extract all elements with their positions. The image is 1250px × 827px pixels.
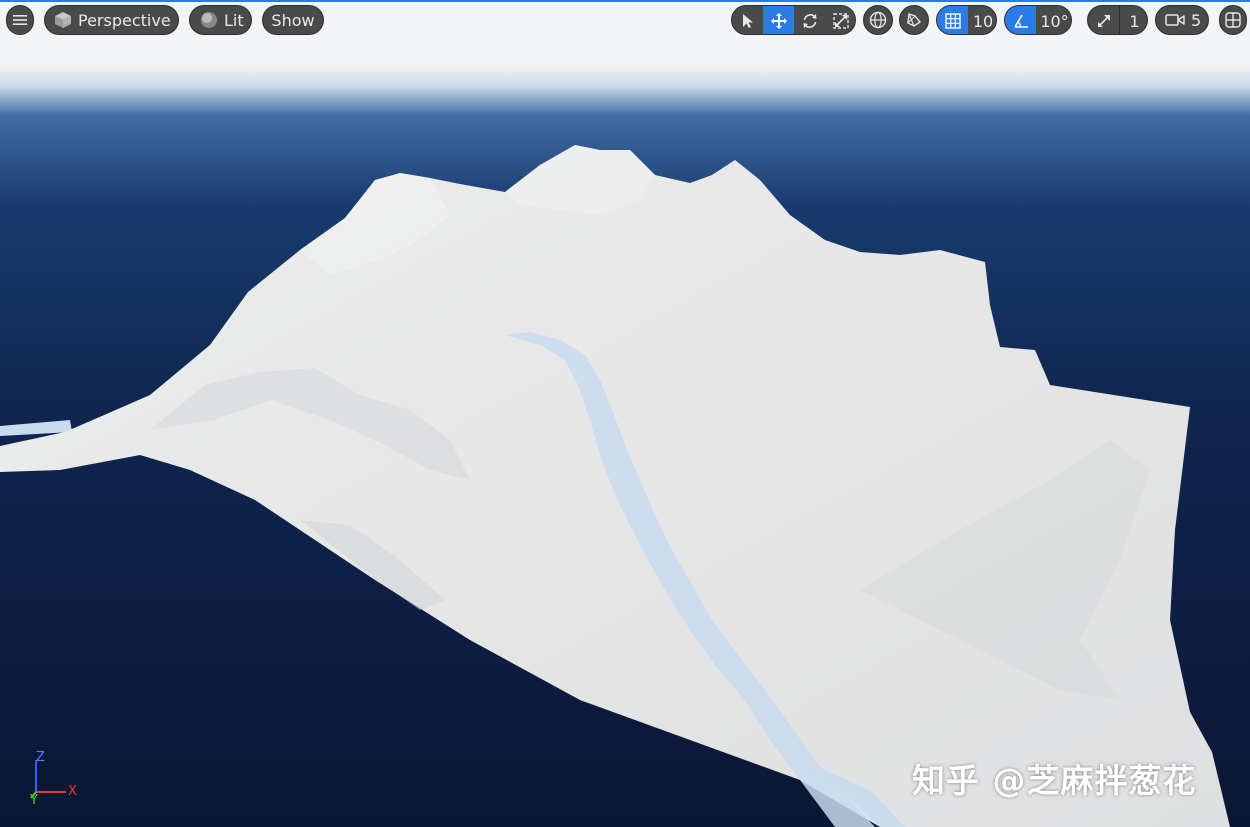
viewport-focus-bar — [0, 0, 1250, 2]
rotation-snap-value-dropdown[interactable]: 10° — [1036, 6, 1071, 34]
show-label: Show — [271, 10, 315, 30]
scale-snap-value: 1 — [1129, 11, 1140, 31]
watermark: 知乎 @芝麻拌葱花 — [912, 761, 1197, 800]
translate-icon — [770, 12, 788, 30]
lit-sphere-icon — [200, 11, 218, 29]
scale-mode-button[interactable] — [825, 6, 855, 34]
world-local-icon — [869, 11, 887, 29]
rotation-snap-group: 10° — [1004, 5, 1072, 35]
grid-snap-value: 10 — [972, 11, 994, 31]
scene-render — [0, 0, 1250, 827]
rotation-snap-toggle[interactable] — [1005, 6, 1036, 34]
grid-snap-icon — [944, 13, 961, 29]
surface-snap-icon — [905, 11, 923, 29]
view-mode-dropdown[interactable]: Perspective — [44, 5, 179, 35]
layout-icon — [1225, 12, 1241, 28]
camera-speed-icon — [1165, 13, 1185, 27]
rotate-icon — [801, 12, 819, 30]
scale-icon — [832, 12, 850, 30]
z-axis-label: Z — [36, 750, 45, 765]
scale-snap-value-dropdown[interactable]: 1 — [1120, 6, 1147, 34]
camera-speed-value: 5 — [1191, 10, 1202, 30]
rotation-snap-icon — [1013, 13, 1029, 29]
transform-tools-group — [731, 5, 856, 35]
scale-snap-group: 1 — [1087, 5, 1148, 35]
select-mode-button[interactable] — [732, 6, 763, 34]
select-arrow-icon — [741, 13, 755, 29]
y-axis-label: Y — [30, 793, 38, 808]
viewport-options-button[interactable] — [6, 5, 34, 35]
perspective-cube-icon — [54, 11, 72, 29]
rotate-mode-button[interactable] — [794, 6, 825, 34]
lighting-mode-label: Lit — [224, 10, 244, 30]
grid-snap-toggle[interactable] — [937, 6, 968, 34]
surface-snapping-button[interactable] — [899, 5, 929, 35]
viewport-layout-button[interactable] — [1219, 5, 1247, 35]
scale-snap-icon — [1096, 13, 1112, 29]
translate-mode-button[interactable] — [763, 6, 794, 34]
view-mode-label: Perspective — [78, 10, 171, 30]
grid-snap-value-dropdown[interactable]: 10 — [968, 6, 996, 34]
coordinate-system-button[interactable] — [863, 5, 893, 35]
camera-speed-dropdown[interactable]: 5 — [1155, 5, 1209, 35]
rotation-snap-value: 10° — [1040, 11, 1069, 31]
editor-viewport[interactable]: Perspective Lit Show 10 10° 1 5 Z X Y 知乎… — [0, 0, 1250, 827]
grid-snap-group: 10 — [936, 5, 997, 35]
axis-gizmo: Z X Y — [22, 750, 82, 808]
show-flags-dropdown[interactable]: Show — [262, 5, 324, 35]
x-axis-label: X — [68, 784, 77, 799]
scale-snap-toggle[interactable] — [1088, 6, 1119, 34]
viewport-toolbar: Perspective Lit Show 10 10° 1 5 — [0, 5, 1250, 35]
lighting-mode-dropdown[interactable]: Lit — [189, 5, 252, 35]
menu-icon — [13, 14, 27, 26]
